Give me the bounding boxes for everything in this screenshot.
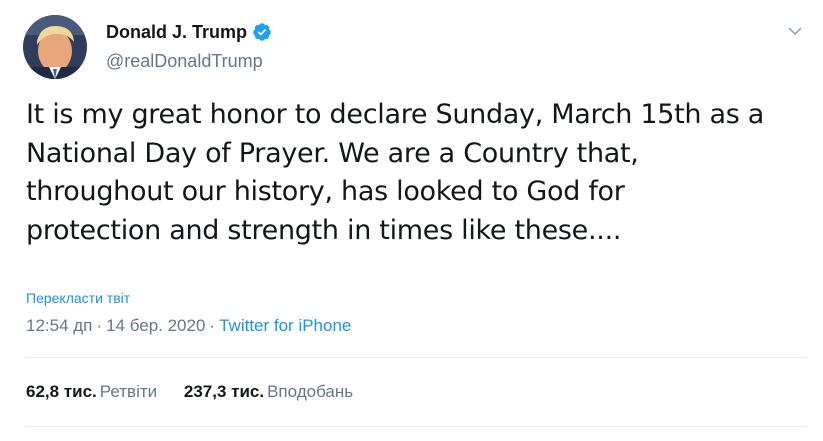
tweet-metadata: 12:54 дп · 14 бер. 2020 · Twitter for iPhone	[26, 315, 351, 337]
tweet-stats: 62,8 тис. Ретвіти 237,3 тис. Вподобань	[26, 381, 353, 403]
tweet-date[interactable]: 14 бер. 2020	[106, 316, 205, 335]
separator: ·	[209, 316, 216, 335]
tweet-source-link[interactable]: Twitter for iPhone	[219, 316, 351, 335]
retweets-stat[interactable]: 62,8 тис. Ретвіти	[26, 381, 157, 403]
author-display-name[interactable]: Donald J. Trump	[106, 20, 247, 44]
likes-count: 237,3 тис.	[183, 382, 265, 401]
tweet-text: It is my great honor to declare Sunday, …	[26, 99, 765, 246]
translate-tweet-link[interactable]: Перекласти твіт	[26, 290, 130, 306]
divider	[26, 357, 806, 358]
tweet-card: Donald J. Trump @realDonaldTrump It is m…	[0, 0, 823, 441]
retweets-count: 62,8 тис.	[26, 382, 97, 401]
avatar[interactable]	[23, 15, 87, 79]
verified-badge-icon	[252, 22, 272, 42]
profile-avatar-image	[23, 15, 87, 79]
separator: ·	[96, 316, 103, 335]
author-name-row[interactable]: Donald J. Trump	[106, 20, 272, 44]
tweet-time[interactable]: 12:54 дп	[26, 316, 92, 335]
retweets-label: Ретвіти	[99, 382, 158, 401]
divider	[26, 426, 806, 427]
likes-label: Вподобань	[267, 382, 354, 401]
likes-stat[interactable]: 237,3 тис. Вподобань	[184, 381, 353, 403]
author-handle[interactable]: @realDonaldTrump	[106, 49, 263, 73]
chevron-down-icon[interactable]	[786, 22, 804, 40]
